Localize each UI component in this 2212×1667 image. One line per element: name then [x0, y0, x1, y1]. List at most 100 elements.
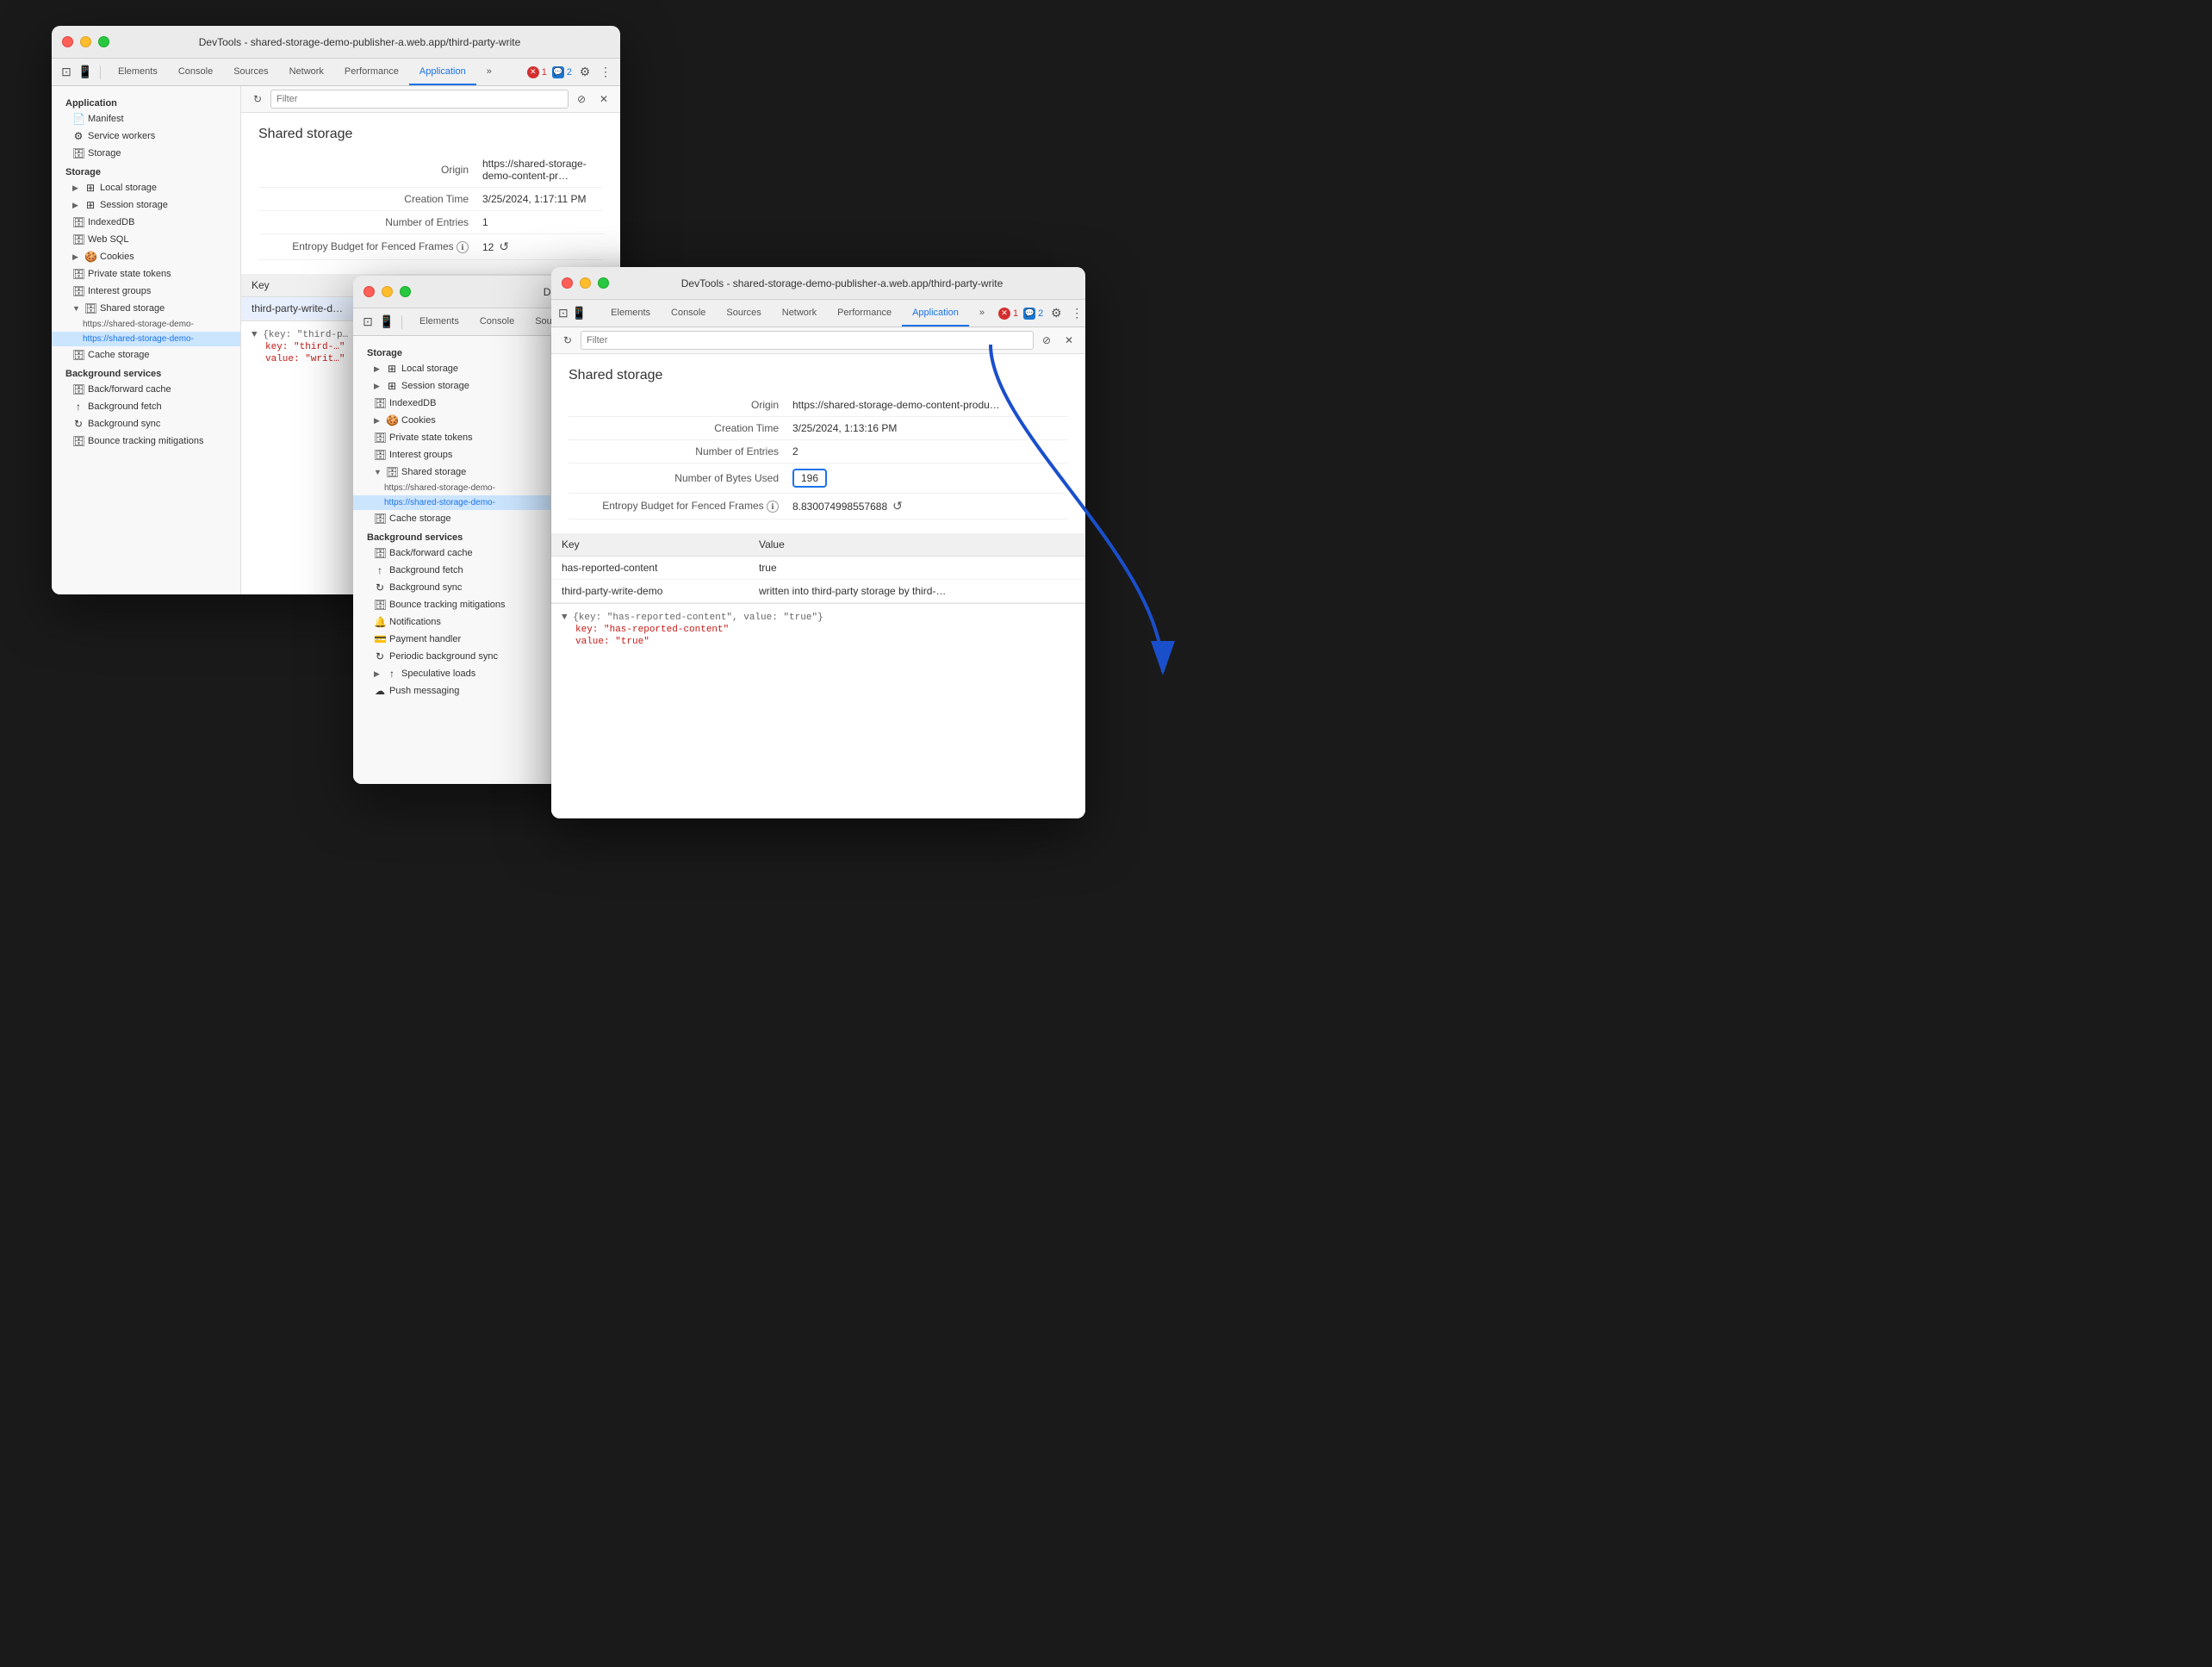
tab-console-3[interactable]: Console [661, 300, 716, 327]
sidebar-bounce-tracking[interactable]: 🗄 Bounce tracking mitigations [52, 432, 240, 450]
sidebar-local-storage-2[interactable]: ▶ ⊞ Local storage [353, 360, 550, 377]
content-panel-3: ↻ ⊘ ✕ Shared storage Origin https://shar… [551, 327, 1085, 818]
info-row-entropy-3: Entropy Budget for Fenced Frames ℹ 8.830… [569, 494, 1068, 519]
entropy-info-icon-1[interactable]: ℹ [457, 241, 469, 253]
maximize-button-1[interactable] [98, 36, 109, 47]
sidebar-cache-storage-2[interactable]: 🗄 Cache storage [353, 510, 550, 527]
close-filter-button-3[interactable]: ✕ [1059, 331, 1078, 350]
sidebar-shared-storage-parent-2[interactable]: ▼ 🗄 Shared storage [353, 463, 550, 481]
filter-input-1[interactable] [270, 90, 569, 109]
window-controls-2[interactable] [363, 286, 411, 297]
sidebar-cookies-2[interactable]: ▶ 🍪 Cookies [353, 412, 550, 429]
refresh-button-1[interactable]: ↻ [248, 90, 267, 109]
sidebar-session-storage-2[interactable]: ▶ ⊞ Session storage [353, 377, 550, 395]
tab-network[interactable]: Network [279, 59, 334, 85]
window-controls-1[interactable] [62, 36, 109, 47]
table-row-3-1[interactable]: has-reported-content true [551, 557, 1085, 580]
info-badge-3: 💬 2 [1023, 308, 1043, 320]
sidebar-session-storage[interactable]: ▶ ⊞ Session storage [52, 196, 240, 214]
minimize-button-3[interactable] [580, 277, 591, 289]
sidebar-payment-handler-2[interactable]: 💳 Payment handler [353, 631, 550, 648]
tab-elements-2[interactable]: Elements [409, 308, 469, 335]
service-workers-icon: ⚙ [72, 130, 84, 142]
sidebar-bounce-tracking-2[interactable]: 🗄 Bounce tracking mitigations [353, 596, 550, 613]
tab-console-2[interactable]: Console [469, 308, 525, 335]
tab-elements[interactable]: Elements [108, 59, 168, 85]
close-button-2[interactable] [363, 286, 375, 297]
sidebar-push-messaging-2[interactable]: ☁ Push messaging [353, 682, 550, 700]
maximize-button-3[interactable] [598, 277, 609, 289]
settings-icon-1[interactable]: ⚙ [577, 65, 593, 80]
tab-application-3[interactable]: Application [902, 300, 969, 327]
sidebar-speculative-loads-2[interactable]: ▶ ↑ Speculative loads [353, 665, 550, 682]
sidebar-notifications-2[interactable]: 🔔 Notifications [353, 613, 550, 631]
devtools-window-3[interactable]: DevTools - shared-storage-demo-publisher… [551, 267, 1085, 818]
select-tool-icon-2[interactable]: ⊡ [360, 314, 376, 330]
section-bg-label-1: Background services [52, 364, 240, 381]
sidebar-bg-sync[interactable]: ↻ Background sync [52, 415, 240, 432]
sidebar-shared-storage-1[interactable]: https://shared-storage-demo- [52, 317, 240, 332]
tab-sources[interactable]: Sources [223, 59, 278, 85]
tab-application[interactable]: Application [409, 59, 476, 85]
sidebar-local-storage[interactable]: ▶ ⊞ Local storage [52, 179, 240, 196]
maximize-button-2[interactable] [400, 286, 411, 297]
tab-performance-3[interactable]: Performance [827, 300, 902, 327]
sidebar-periodic-bg-sync-2[interactable]: ↻ Periodic background sync [353, 648, 550, 665]
sidebar-storage-link[interactable]: 🗄 Storage [52, 145, 240, 162]
sidebar-shared-storage-url1-2[interactable]: https://shared-storage-demo- [353, 481, 550, 495]
select-tool-icon-3[interactable]: ⊡ [558, 306, 569, 321]
sidebar-bf-cache[interactable]: 🗄 Back/forward cache [52, 381, 240, 398]
tab-more-3[interactable]: » [969, 300, 995, 327]
minimize-button-2[interactable] [382, 286, 393, 297]
entropy-info-icon-3[interactable]: ℹ [767, 501, 779, 513]
sidebar-private-state-tokens[interactable]: 🗄 Private state tokens [52, 265, 240, 283]
tab-sources-3[interactable]: Sources [716, 300, 771, 327]
more-options-icon-1[interactable]: ⋮ [598, 65, 613, 80]
close-filter-button-1[interactable]: ✕ [594, 90, 613, 109]
sidebar-bg-fetch[interactable]: ↑ Background fetch [52, 398, 240, 415]
clear-filter-button-1[interactable]: ⊘ [572, 90, 591, 109]
websql-icon: 🗄 [72, 233, 84, 246]
device-toolbar-icon-3[interactable]: 📱 [572, 306, 587, 321]
sidebar-bg-fetch-2[interactable]: ↑ Background fetch [353, 562, 550, 579]
tab-performance[interactable]: Performance [334, 59, 409, 85]
tab-network-3[interactable]: Network [772, 300, 827, 327]
sidebar-cache-storage[interactable]: 🗄 Cache storage [52, 346, 240, 364]
entropy-reset-button-1[interactable]: ↺ [499, 239, 509, 254]
session-storage-icon: ⊞ [84, 199, 96, 211]
settings-icon-3[interactable]: ⚙ [1048, 306, 1064, 321]
tab-console[interactable]: Console [168, 59, 223, 85]
minimize-button-1[interactable] [80, 36, 91, 47]
sidebar-service-workers[interactable]: ⚙ Service workers [52, 128, 240, 145]
sidebar-interest-groups-2[interactable]: 🗄 Interest groups [353, 446, 550, 463]
device-toolbar-icon[interactable]: 📱 [78, 65, 93, 80]
filter-input-3[interactable] [581, 331, 1034, 350]
tab-more[interactable]: » [476, 59, 502, 85]
close-button-3[interactable] [562, 277, 573, 289]
sidebar-shared-storage-parent[interactable]: ▼ 🗄 Shared storage [52, 300, 240, 317]
more-options-icon-3[interactable]: ⋮ [1069, 306, 1084, 321]
info-table-3: Origin https://shared-storage-demo-conte… [551, 394, 1085, 519]
window-controls-3[interactable] [562, 277, 609, 289]
sidebar-manifest[interactable]: 📄 Manifest [52, 110, 240, 128]
sidebar-shared-storage-2[interactable]: https://shared-storage-demo- [52, 332, 240, 346]
local-storage-icon-2: ⊞ [386, 363, 398, 375]
select-tool-icon[interactable]: ⊡ [59, 65, 74, 80]
sidebar-indexeddb-2[interactable]: 🗄 IndexedDB [353, 395, 550, 412]
close-button-1[interactable] [62, 36, 73, 47]
sidebar-shared-storage-url2-2[interactable]: https://shared-storage-demo- [353, 495, 550, 510]
sidebar-interest-groups[interactable]: 🗄 Interest groups [52, 283, 240, 300]
refresh-button-3[interactable]: ↻ [558, 331, 577, 350]
sidebar-bf-cache-2[interactable]: 🗄 Back/forward cache [353, 544, 550, 562]
tab-elements-3[interactable]: Elements [600, 300, 661, 327]
sidebar-private-state-tokens-2[interactable]: 🗄 Private state tokens [353, 429, 550, 446]
sidebar-1: Application 📄 Manifest ⚙ Service workers… [52, 86, 241, 594]
sidebar-websql[interactable]: 🗄 Web SQL [52, 231, 240, 248]
table-row-3-2[interactable]: third-party-write-demo written into thir… [551, 580, 1085, 603]
entropy-reset-button-3[interactable]: ↺ [892, 499, 903, 513]
sidebar-indexeddb[interactable]: 🗄 IndexedDB [52, 214, 240, 231]
sidebar-cookies[interactable]: ▶ 🍪 Cookies [52, 248, 240, 265]
device-toolbar-icon-2[interactable]: 📱 [379, 314, 395, 330]
sidebar-bg-sync-2[interactable]: ↻ Background sync [353, 579, 550, 596]
clear-filter-button-3[interactable]: ⊘ [1037, 331, 1056, 350]
